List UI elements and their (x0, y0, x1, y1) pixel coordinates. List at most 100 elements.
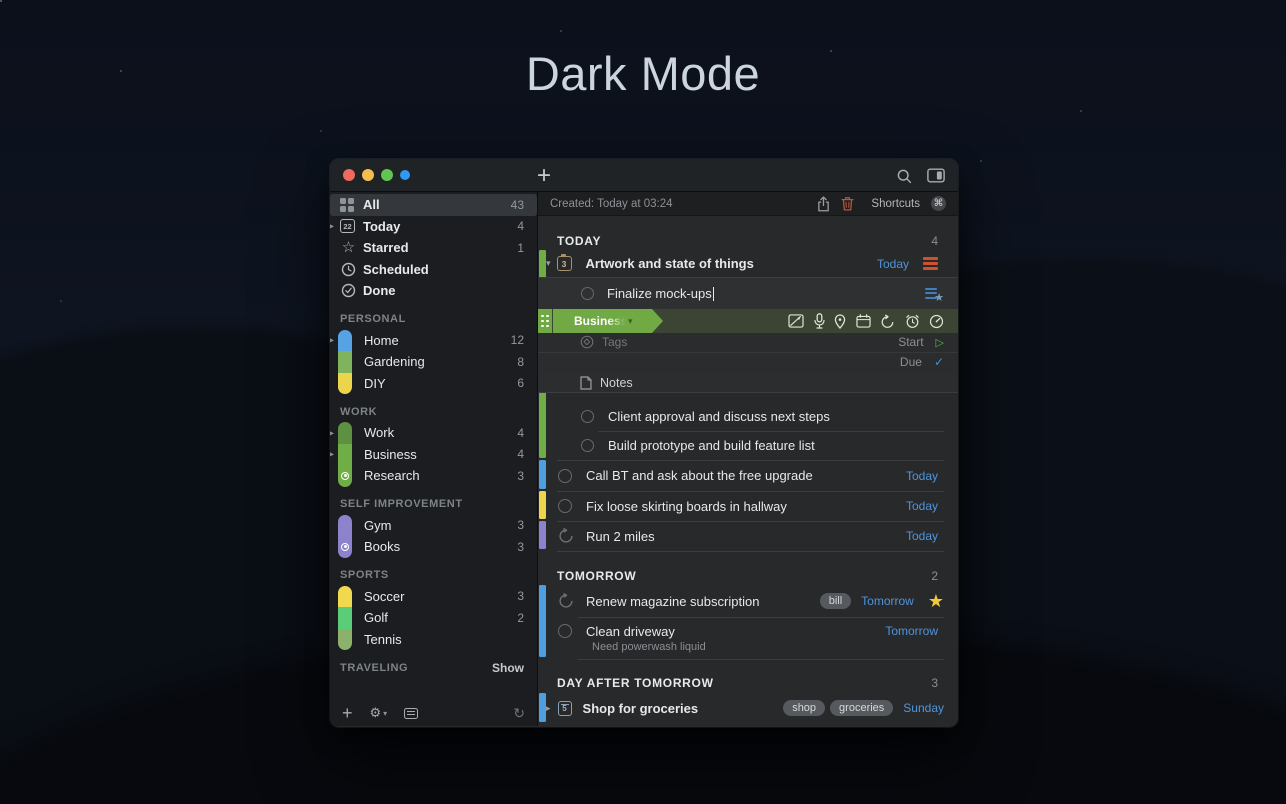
stars-decoration (0, 0, 2, 2)
notes-row[interactable]: Notes (538, 373, 958, 393)
task-checkbox[interactable] (581, 287, 594, 300)
item-count: 4 (517, 219, 524, 233)
settings-button[interactable]: ⚙▾ (370, 705, 388, 721)
search-icon[interactable] (896, 168, 912, 184)
task-list: TODAY 4 ▾ 3 Artwork and state of things … (538, 216, 958, 726)
location-icon[interactable] (834, 314, 846, 329)
task-row-finalize-editing[interactable]: Finalize mock-ups ★ (538, 278, 958, 309)
notes-label: Notes (600, 376, 633, 390)
chevron-right-icon: ▸ (330, 336, 334, 345)
task-note: Need powerwash liquid (592, 641, 938, 653)
sidebar-item-done[interactable]: Done (330, 280, 537, 302)
due-check-icon[interactable]: ✓ (934, 355, 944, 369)
sidebar-list-business[interactable]: ▸ Business 4 (330, 444, 537, 466)
starred-icon[interactable]: ★ (928, 592, 944, 610)
sidebar-list-home[interactable]: ▸ Home 12 (330, 330, 537, 352)
shortcuts-button[interactable]: Shortcuts (871, 198, 920, 210)
task-row-run-2-miles[interactable]: Run 2 miles Today (538, 521, 958, 551)
tags-line: Tags Start ▷ (538, 333, 958, 353)
group-header-self-improvement: SELF IMPROVEMENT (330, 494, 537, 515)
title-bar[interactable]: + (330, 159, 958, 192)
sidebar-item-today[interactable]: ▸ 22 Today 4 (330, 216, 537, 238)
chevron-down-icon: ▾ (383, 709, 387, 718)
close-button[interactable] (343, 169, 355, 181)
list-color-golf (338, 607, 352, 629)
sidebar-item-scheduled[interactable]: Scheduled (330, 259, 537, 281)
list-view-button[interactable] (404, 708, 418, 719)
image-icon[interactable] (788, 314, 804, 328)
zoom-button[interactable] (381, 169, 393, 181)
repeat-task-checkbox[interactable] (558, 593, 574, 609)
task-row-artwork[interactable]: ▾ 3 Artwork and state of things Today (538, 250, 958, 278)
task-checkbox[interactable] (581, 439, 594, 452)
trash-icon[interactable] (841, 196, 854, 211)
list-color-gardening (338, 351, 352, 373)
calendar-icon[interactable] (856, 314, 871, 328)
share-icon[interactable] (817, 196, 830, 212)
task-edit-toolbar: Business ▾ (538, 309, 958, 333)
sidebar-list-gym[interactable]: Gym 3 (330, 515, 537, 537)
timer-icon[interactable] (929, 314, 944, 329)
task-row-shop-groceries[interactable]: ▸ 5 Shop for groceries shop groceries Su… (538, 693, 958, 723)
due-date: Today (906, 469, 938, 483)
task-row-build-prototype[interactable]: Build prototype and build feature list (538, 431, 958, 460)
add-list-button[interactable]: + (342, 703, 353, 724)
task-row-fix-skirting[interactable]: Fix loose skirting boards in hallway Tod… (538, 491, 958, 521)
sidebar-list-work[interactable]: ▸ Work 4 (330, 422, 537, 444)
show-group-button[interactable]: Show (492, 661, 524, 675)
minimize-button[interactable] (362, 169, 374, 181)
sidebar-list-soccer[interactable]: Soccer 3 (330, 586, 537, 608)
start-label: Start (898, 335, 923, 349)
task-row-client-approval[interactable]: Client approval and discuss next steps (538, 401, 958, 431)
sidebar-list-tennis[interactable]: Tennis (330, 629, 537, 651)
task-checkbox[interactable] (581, 410, 594, 423)
new-task-button[interactable]: + (529, 159, 559, 192)
sidebar-item-starred[interactable]: ☆ Starred 1 (330, 237, 537, 259)
task-checkbox[interactable] (558, 469, 572, 483)
project-count: 3 (562, 259, 567, 269)
section-title: TODAY (557, 234, 931, 248)
sidebar-list-diy[interactable]: DIY 6 (330, 373, 537, 395)
repeat-task-checkbox[interactable] (558, 528, 574, 544)
tags-placeholder[interactable]: Tags (602, 335, 627, 349)
list-assignment-flag[interactable]: Business ▾ (553, 309, 663, 333)
toggle-panel-icon[interactable] (927, 168, 945, 183)
task-row-clean-driveway[interactable]: Clean driveway Tomorrow Need powerwash l… (538, 617, 958, 659)
tag-pill[interactable]: shop (783, 700, 825, 716)
app-window: + All 43 ▸ 22 Today 4 ☆ (330, 159, 958, 727)
task-title: Clean driveway (586, 624, 885, 639)
sidebar-list-golf[interactable]: Golf 2 (330, 607, 537, 629)
task-title: Client approval and discuss next steps (608, 409, 938, 424)
list-label: Golf (364, 610, 517, 625)
task-panel: Created: Today at 03:24 Shortcuts ⌘ (538, 192, 958, 726)
note-icon (580, 376, 592, 390)
chevron-right-icon: ▸ (330, 450, 334, 459)
traffic-lights (343, 169, 410, 181)
tag-pill[interactable]: bill (820, 593, 851, 609)
task-checkbox[interactable] (558, 624, 572, 638)
list-color-tennis (338, 629, 352, 651)
sidebar-item-all[interactable]: All 43 (330, 194, 537, 216)
tag-pill[interactable]: groceries (830, 700, 893, 716)
drag-handle-icon[interactable] (538, 309, 552, 333)
item-count: 1 (517, 241, 524, 255)
alarm-icon[interactable] (905, 314, 920, 329)
chevron-right-icon[interactable]: ▸ (546, 703, 551, 714)
sidebar-list-gardening[interactable]: Gardening 8 (330, 351, 537, 373)
sidebar-list-research[interactable]: Research 3 (330, 465, 537, 487)
list-label: Research (364, 468, 517, 483)
microphone-icon[interactable] (814, 313, 825, 329)
start-play-icon[interactable]: ▷ (936, 336, 944, 349)
task-actions-icon[interactable]: ★ (925, 287, 942, 301)
task-row-call-bt[interactable]: Call BT and ask about the free upgrade T… (538, 460, 958, 491)
task-title-input[interactable]: Finalize mock-ups (607, 286, 714, 302)
task-checkbox[interactable] (558, 499, 572, 513)
sync-button[interactable]: ↻ (513, 705, 525, 722)
repeat-icon[interactable] (880, 314, 895, 329)
sidebar-list-books[interactable]: Books 3 (330, 536, 537, 558)
chevron-down-icon[interactable]: ▾ (546, 258, 551, 269)
sidebar-toolbar: + ⚙▾ ↻ (330, 700, 537, 726)
task-row-renew-magazine[interactable]: Renew magazine subscription bill Tomorro… (538, 585, 958, 617)
group-title: WORK (340, 406, 377, 418)
clock-icon (340, 262, 357, 277)
